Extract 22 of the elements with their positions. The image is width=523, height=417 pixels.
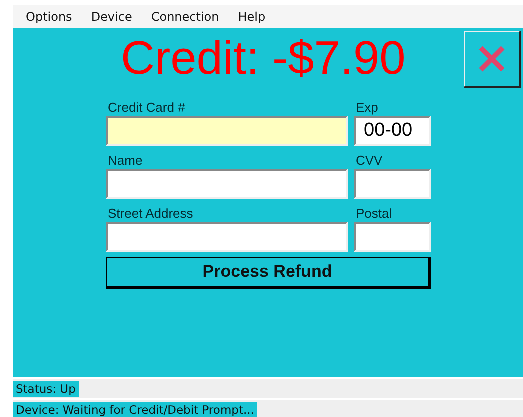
status-text: Device: Waiting for Credit/Debit Prompt... [13, 402, 258, 417]
input-field[interactable] [354, 222, 431, 252]
input-field[interactable] [354, 169, 431, 199]
status-text: Status: Up [13, 380, 79, 396]
close-button[interactable] [464, 31, 521, 88]
menu-item[interactable]: Device [91, 10, 132, 24]
field-label: Credit Card # [107, 99, 186, 116]
input-field[interactable]: 00-00 [354, 116, 431, 146]
field-label: CVV [355, 152, 384, 169]
close-icon [478, 45, 506, 73]
field-label: Postal [355, 205, 394, 222]
input-field[interactable] [106, 116, 348, 146]
input-field[interactable] [106, 169, 348, 199]
field-label: Street Address [107, 205, 194, 222]
credit-amount: Credit: -$7.90 [121, 30, 406, 86]
field-label: Name [107, 152, 144, 169]
menu-item[interactable]: Help [238, 10, 266, 24]
menu-item[interactable]: Options [26, 10, 72, 24]
process-refund-button[interactable]: Process Refund [106, 257, 431, 289]
input-field[interactable] [106, 222, 348, 252]
menu-item[interactable]: Connection [151, 10, 220, 24]
field-label: Exp [355, 99, 380, 116]
